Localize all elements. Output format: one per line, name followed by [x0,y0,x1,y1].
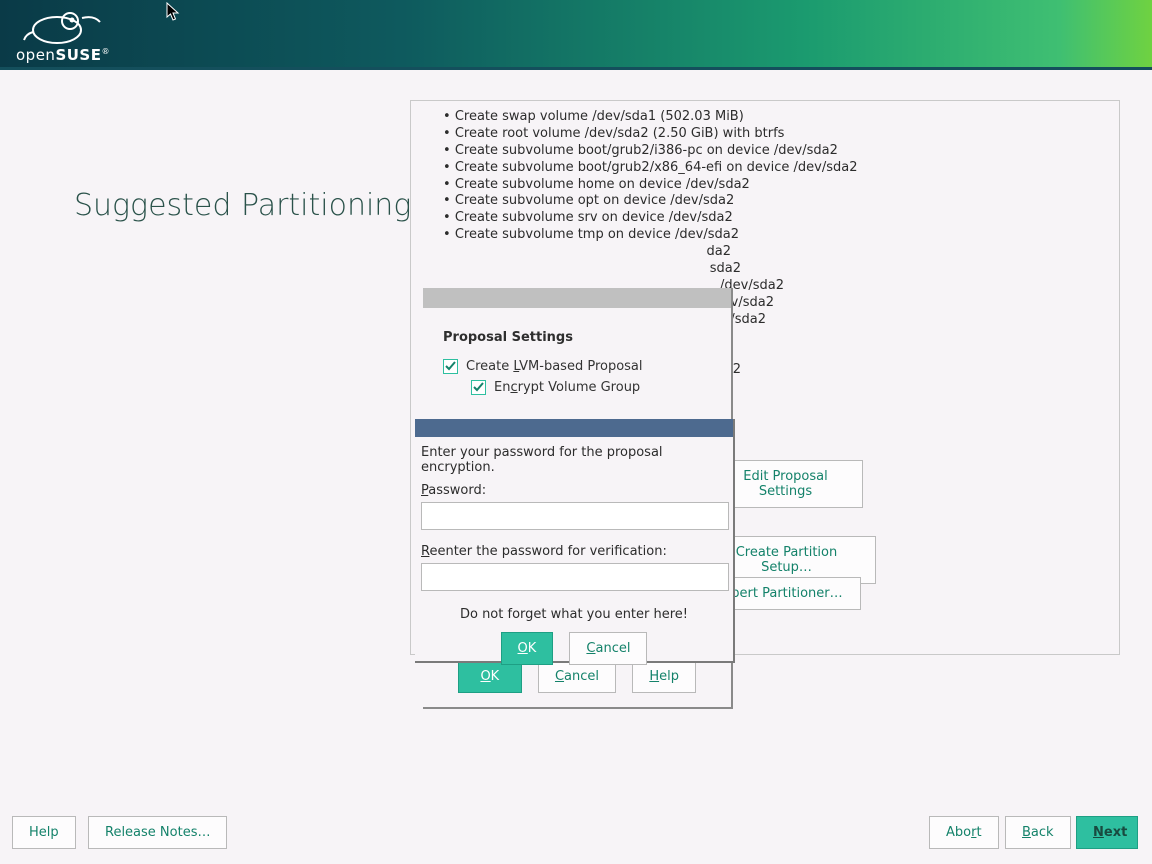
dialog-heading: Proposal Settings [443,330,711,345]
list-item: Create subvolume tmp on device /dev/sda2 [443,227,1111,244]
ok-button[interactable]: OK [501,632,554,665]
list-item: Create subvolume boot/grub2/x86_64-efi o… [443,160,1111,177]
bottom-nav: Help Release Notes… Abort Back Next [0,804,1152,864]
dialog-titlebar[interactable] [415,419,733,437]
release-notes-button[interactable]: Release Notes… [88,816,227,849]
abort-button[interactable]: Abort [929,816,999,849]
list-item: Create root volume /dev/sda2 (2.50 GiB) … [443,126,1111,143]
list-item: sda2 [443,261,1111,278]
list-item: Create subvolume opt on device /dev/sda2 [443,193,1111,210]
reenter-label: Reenter the password for verification: [421,544,727,559]
checkbox-checked-icon [443,359,458,374]
brand-bold: SUSE [55,46,101,64]
password-reenter-input[interactable] [421,563,729,591]
mouse-cursor-icon [166,2,180,22]
back-button[interactable]: Back [1005,816,1071,849]
brand-prefix: open [16,46,55,64]
password-input[interactable] [421,502,729,530]
lvm-label: Create LVM-based Proposal [466,359,643,374]
lvm-checkbox-row[interactable]: Create LVM-based Proposal [443,359,711,374]
checkbox-checked-icon [471,380,486,395]
brand-text: openSUSE® [16,46,110,64]
help-button[interactable]: Help [12,816,76,849]
list-item: Create subvolume home on device /dev/sda… [443,177,1111,194]
page-title: Suggested Partitioning [74,188,411,223]
list-item: Create subvolume srv on device /dev/sda2 [443,210,1111,227]
list-item: da2 [443,244,1111,261]
cancel-button[interactable]: Cancel [569,632,647,665]
password-hint: Do not forget what you enter here! [421,607,727,622]
list-item: Create swap volume /dev/sda1 (502.03 MiB… [443,109,1111,126]
encrypt-label: Encrypt Volume Group [494,380,640,395]
list-item: Create subvolume boot/grub2/i386-pc on d… [443,143,1111,160]
dialog-titlebar[interactable] [423,288,731,308]
password-dialog: Enter your password for the proposal enc… [415,419,735,663]
opensuse-logo [22,8,104,46]
next-button[interactable]: Next [1076,816,1138,849]
dialog-message: Enter your password for the proposal enc… [421,445,727,475]
encrypt-checkbox-row[interactable]: Encrypt Volume Group [471,380,711,395]
password-label: Password: [421,483,727,498]
